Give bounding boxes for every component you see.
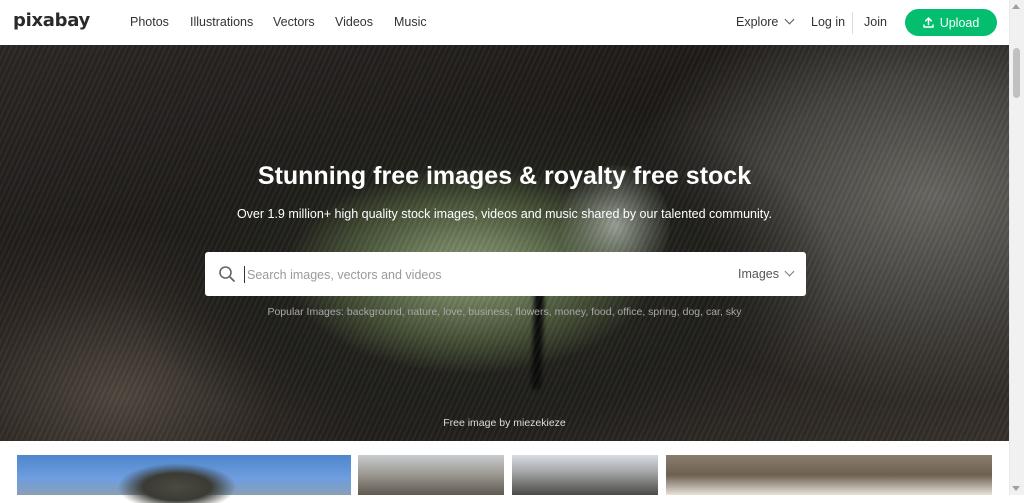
image-thumbnail[interactable] [512,455,658,495]
search-bar: Images [205,252,806,296]
hero-banner: Stunning free images & royalty free stoc… [0,45,1009,441]
nav-music[interactable]: Music [394,15,427,29]
login-link[interactable]: Log in [811,15,845,29]
media-type-select[interactable]: Images [738,266,795,281]
search-input[interactable] [245,262,709,288]
image-thumbnail[interactable] [358,455,504,495]
explore-label: Explore [736,15,779,29]
media-type-label: Images [738,267,779,281]
image-thumbnail[interactable] [666,455,992,495]
hero-subtitle: Over 1.9 million+ high quality stock ima… [236,207,773,221]
upload-label: Upload [939,15,980,30]
nav-vectors[interactable]: Vectors [273,15,315,29]
scroll-down-arrow-icon[interactable] [1012,486,1020,491]
scrollbar-thumb[interactable] [1013,48,1020,98]
chevron-down-icon [784,14,795,25]
divider [852,12,853,34]
upload-icon [922,17,934,28]
search-icon[interactable] [218,265,236,283]
top-navigation-bar: pixabay Photos Illustrations Vectors Vid… [0,0,1009,45]
scroll-up-arrow-icon[interactable] [1012,4,1020,9]
image-credit[interactable]: Free image by miezekieze [0,417,1009,429]
nav-illustrations[interactable]: Illustrations [190,15,253,29]
thumbnail-tree-shape [117,463,237,503]
upload-button[interactable]: Upload [905,9,997,36]
join-link[interactable]: Join [864,15,887,29]
chevron-down-icon [784,266,795,277]
image-grid [0,455,1009,503]
hero-overlay [0,45,1009,441]
popular-searches[interactable]: Popular Images: background, nature, love… [0,306,1009,318]
nav-photos[interactable]: Photos [130,15,169,29]
pixabay-logo[interactable]: pixabay [13,10,90,31]
nav-videos[interactable]: Videos [335,15,373,29]
hero-title: Stunning free images & royalty free stoc… [257,162,752,190]
explore-menu[interactable]: Explore [736,14,795,29]
image-thumbnail[interactable] [17,455,351,503]
